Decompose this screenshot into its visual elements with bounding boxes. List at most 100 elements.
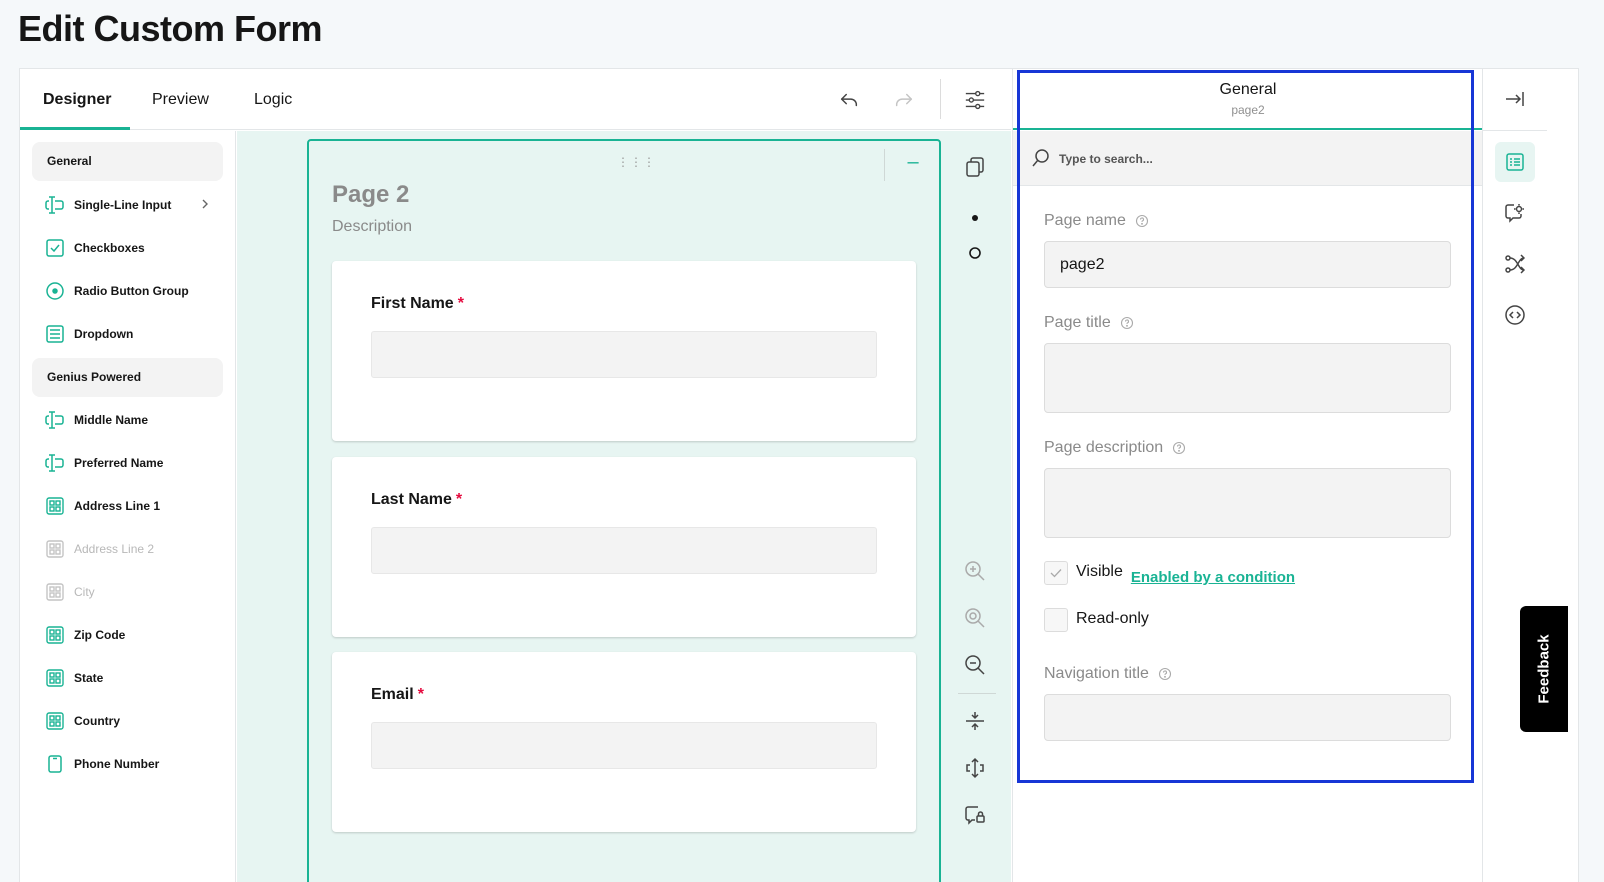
toolbox-item-address-line-1[interactable]: Address Line 1 bbox=[32, 488, 223, 524]
toolbox-item-label: Preferred Name bbox=[74, 456, 164, 470]
drag-handle-icon[interactable]: ⋮⋮⋮ bbox=[617, 155, 656, 169]
side-tab-navigation[interactable] bbox=[1495, 295, 1535, 335]
text-input-icon bbox=[45, 195, 65, 215]
survey-settings-button[interactable] bbox=[958, 83, 992, 117]
toolbox-item-checkboxes[interactable]: Checkboxes bbox=[32, 230, 223, 266]
toolbox-category-general[interactable]: General bbox=[32, 142, 223, 181]
page-navigator-dot-2[interactable] bbox=[960, 238, 990, 268]
expand-icon bbox=[966, 757, 984, 779]
toolbox-item-single-line-input[interactable]: Single-Line Input bbox=[32, 187, 223, 223]
page-title-label: Page title bbox=[1044, 314, 1134, 332]
help-icon[interactable] bbox=[1158, 667, 1172, 681]
help-icon[interactable] bbox=[1172, 441, 1186, 455]
toolbox: General Single-Line Input Checkboxes Rad… bbox=[20, 131, 236, 882]
question-input-preview bbox=[371, 722, 877, 769]
zoom-reset-button[interactable] bbox=[960, 603, 990, 633]
design-page-title[interactable]: Page 2 bbox=[332, 181, 409, 209]
tab-designer[interactable]: Designer bbox=[43, 69, 111, 130]
dot-filled-icon bbox=[972, 215, 978, 221]
duplicate-page-button[interactable] bbox=[960, 152, 990, 182]
toolbox-item-label: Radio Button Group bbox=[74, 284, 189, 298]
settings-sliders-icon bbox=[965, 90, 985, 110]
phone-icon bbox=[45, 754, 65, 774]
question-title[interactable]: Email * bbox=[371, 686, 424, 704]
side-tab-bar bbox=[1482, 69, 1547, 882]
question-input-preview bbox=[371, 331, 877, 378]
toolbox-item-country[interactable]: Country bbox=[32, 703, 223, 739]
tools-divider bbox=[958, 693, 996, 694]
question-title[interactable]: First Name * bbox=[371, 295, 464, 313]
checkmark-icon bbox=[1050, 569, 1062, 578]
panel-grid-icon bbox=[45, 711, 65, 731]
toolbox-item-label: City bbox=[74, 585, 95, 599]
zoom-reset-icon bbox=[965, 608, 985, 628]
undo-button[interactable] bbox=[832, 83, 866, 117]
help-icon[interactable] bbox=[1135, 214, 1149, 228]
design-page-description[interactable]: Description bbox=[332, 218, 412, 236]
page-name-input[interactable] bbox=[1044, 241, 1451, 288]
toolbox-item-label: State bbox=[74, 671, 104, 685]
page-title-input[interactable] bbox=[1044, 343, 1451, 413]
copy-icon bbox=[966, 157, 984, 177]
zoom-in-button[interactable] bbox=[960, 556, 990, 586]
side-tab-general[interactable] bbox=[1495, 142, 1535, 182]
enabled-by-condition-link[interactable]: Enabled by a condition bbox=[1131, 569, 1295, 586]
navigation-title-input[interactable] bbox=[1044, 694, 1451, 741]
visible-checkbox[interactable] bbox=[1044, 561, 1068, 585]
redo-button[interactable] bbox=[887, 83, 921, 117]
expand-all-button[interactable] bbox=[960, 753, 990, 783]
toolbox-item-phone-number[interactable]: Phone Number bbox=[32, 746, 223, 782]
panel-grid-icon bbox=[45, 496, 65, 516]
property-grid-subtitle: page2 bbox=[1231, 103, 1265, 117]
readonly-checkbox[interactable] bbox=[1044, 608, 1068, 632]
checkbox-icon bbox=[45, 238, 65, 258]
toolbox-item-zip-code[interactable]: Zip Code bbox=[32, 617, 223, 653]
question-card-first-name[interactable]: First Name * bbox=[332, 261, 916, 441]
toolbox-item-label: Middle Name bbox=[74, 413, 149, 427]
property-search-input[interactable] bbox=[1059, 148, 1439, 170]
dot-outline-icon bbox=[969, 247, 981, 259]
tab-logic[interactable]: Logic bbox=[254, 69, 292, 130]
question-card-email[interactable]: Email * bbox=[332, 652, 916, 832]
page-description-input[interactable] bbox=[1044, 468, 1451, 538]
toolbox-item-preferred-name[interactable]: Preferred Name bbox=[32, 445, 223, 481]
toolbox-item-state[interactable]: State bbox=[32, 660, 223, 696]
side-tab-settings[interactable] bbox=[1495, 193, 1535, 233]
zoom-out-icon bbox=[965, 655, 985, 675]
readonly-label: Read-only bbox=[1076, 610, 1149, 627]
navigation-arrows-icon bbox=[1505, 305, 1525, 325]
question-card-last-name[interactable]: Last Name * bbox=[332, 457, 916, 637]
comment-gear-icon bbox=[1505, 204, 1524, 223]
property-grid-title: General bbox=[1219, 81, 1277, 98]
toolbox-item-address-line-2: Address Line 2 bbox=[32, 531, 223, 567]
toolbox-category-genius-powered[interactable]: Genius Powered bbox=[32, 358, 223, 397]
tab-preview[interactable]: Preview bbox=[152, 69, 209, 130]
required-mark: * bbox=[455, 491, 463, 508]
feedback-button[interactable]: Feedback bbox=[1520, 606, 1568, 732]
zoom-out-button[interactable] bbox=[960, 650, 990, 680]
toolbox-item-label: Phone Number bbox=[74, 757, 160, 771]
help-icon[interactable] bbox=[1120, 316, 1134, 330]
side-tab-logic[interactable] bbox=[1495, 244, 1535, 284]
toolbox-item-label: Zip Code bbox=[74, 628, 126, 642]
toolbox-item-dropdown[interactable]: Dropdown bbox=[32, 316, 223, 352]
question-title[interactable]: Last Name * bbox=[371, 491, 462, 509]
properties-list-icon bbox=[1506, 153, 1524, 171]
visible-row: Visible Enabled by a condition bbox=[1044, 561, 1295, 586]
toolbox-item-radio-button-group[interactable]: Radio Button Group bbox=[32, 273, 223, 309]
page-container[interactable]: ⋮⋮⋮ – Page 2 Description First Name * Las… bbox=[307, 139, 941, 882]
undo-icon bbox=[840, 93, 858, 107]
collapse-right-icon bbox=[1506, 92, 1524, 106]
panel-grid-icon bbox=[45, 539, 65, 559]
toolbox-item-label: Dropdown bbox=[74, 327, 134, 341]
page-navigator-dot-1[interactable] bbox=[960, 203, 990, 233]
lock-questions-button[interactable] bbox=[960, 800, 990, 830]
toolbox-item-middle-name[interactable]: Middle Name bbox=[32, 402, 223, 438]
collapse-all-button[interactable] bbox=[960, 706, 990, 736]
chevron-right-icon[interactable] bbox=[199, 197, 211, 211]
collapse-panel-button[interactable] bbox=[1495, 79, 1535, 119]
collapse-page-button[interactable]: – bbox=[903, 152, 923, 173]
toolbox-item-label: Address Line 2 bbox=[74, 542, 155, 556]
design-surface: ⋮⋮⋮ – Page 2 Description First Name * Las… bbox=[237, 131, 1011, 882]
redo-icon bbox=[895, 93, 913, 107]
